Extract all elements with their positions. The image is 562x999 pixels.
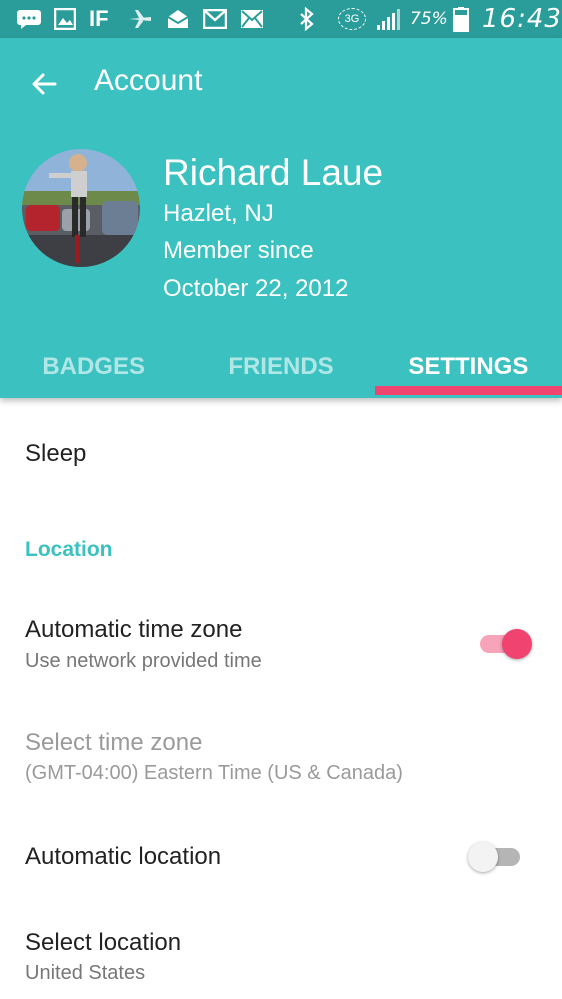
signal-icon — [376, 6, 402, 32]
bluetooth-icon — [298, 6, 316, 32]
toggle-thumb — [468, 842, 498, 872]
gmail-icon — [203, 6, 227, 32]
message-icon — [16, 6, 42, 32]
profile-location: Hazlet, NJ — [163, 200, 274, 227]
battery-percent: 75% — [410, 9, 448, 29]
auto-timezone-toggle[interactable] — [476, 627, 532, 661]
location-section-header: Location — [25, 538, 113, 561]
sleep-item[interactable]: Sleep — [25, 440, 86, 468]
auto-timezone-subtitle: Use network provided time — [25, 650, 262, 672]
auto-location-toggle[interactable] — [468, 840, 524, 874]
avatar[interactable] — [22, 149, 140, 267]
auto-timezone-title[interactable]: Automatic time zone — [25, 616, 242, 644]
3g-icon: 3G — [338, 6, 366, 32]
ifttt-icon: IF — [89, 6, 109, 31]
plane-icon — [127, 6, 153, 32]
member-since-label: Member since — [163, 237, 314, 264]
tab-badges[interactable]: BADGES — [0, 338, 187, 396]
select-timezone-subtitle: (GMT-04:00) Eastern Time (US & Canada) — [25, 762, 403, 784]
tab-friends[interactable]: FRIENDS — [187, 338, 374, 396]
mail-icon — [240, 6, 264, 32]
select-location-subtitle: United States — [25, 962, 146, 984]
clock: 16:43 — [482, 4, 562, 34]
back-button[interactable] — [24, 64, 64, 104]
account-header: Account Richard Laue Hazlet, NJ Member s… — [0, 38, 562, 398]
battery-icon — [452, 6, 470, 32]
profile-name: Richard Laue — [163, 152, 384, 193]
gallery-icon — [54, 6, 76, 32]
auto-location-title[interactable]: Automatic location — [25, 843, 221, 871]
arrow-left-icon — [32, 73, 57, 95]
status-bar: IF 3G 75% 16:43 — [0, 0, 562, 38]
select-timezone-title[interactable]: Select time zone — [25, 729, 202, 757]
toggle-thumb — [502, 629, 532, 659]
member-since-date: October 22, 2012 — [163, 275, 349, 302]
page-title: Account — [94, 64, 203, 97]
tab-indicator — [375, 386, 562, 395]
mail-open-icon — [166, 6, 190, 32]
select-location-title[interactable]: Select location — [25, 929, 181, 957]
